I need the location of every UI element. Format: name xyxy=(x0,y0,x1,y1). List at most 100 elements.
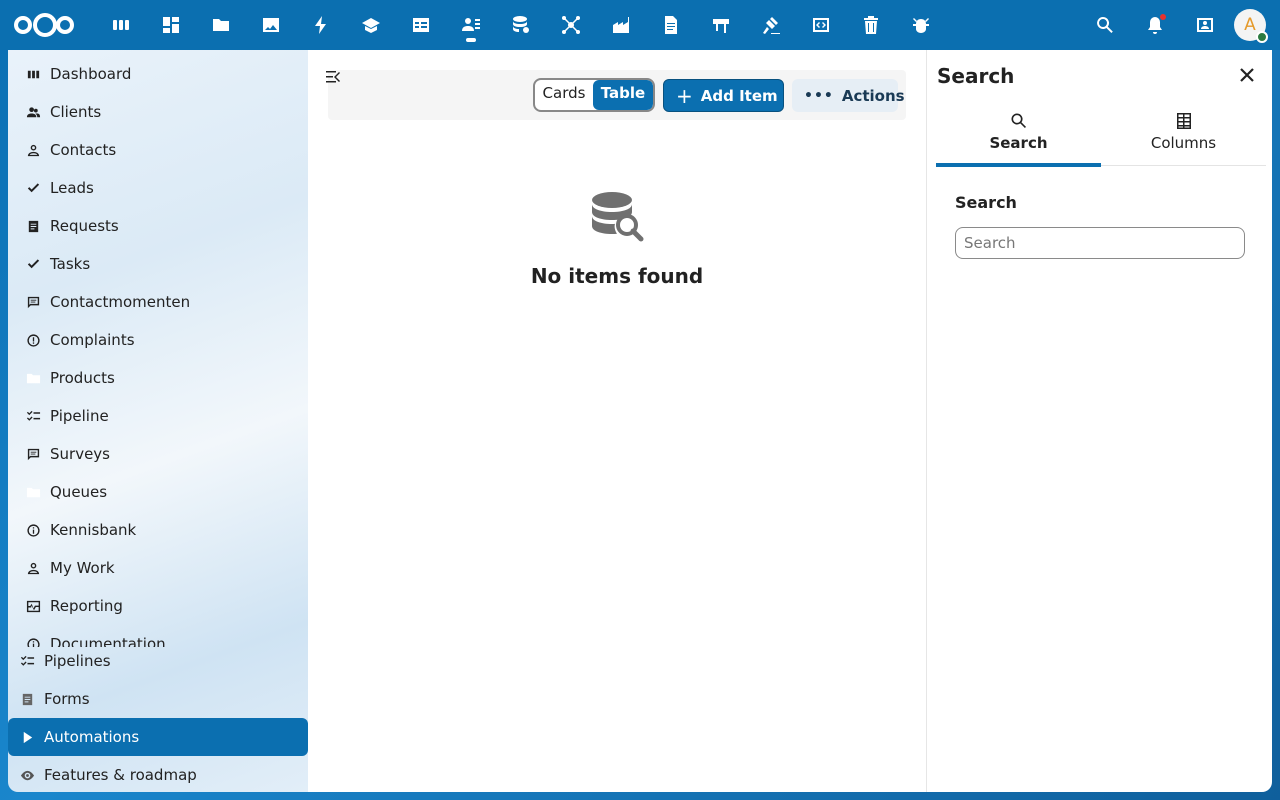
user-avatar[interactable]: A xyxy=(1234,9,1268,43)
photos-icon[interactable] xyxy=(246,0,296,50)
tab-columns[interactable]: Columns xyxy=(1101,110,1266,166)
database-settings-icon[interactable] xyxy=(496,0,546,50)
search-icon xyxy=(1011,113,1026,128)
sidebar-item-label: Leads xyxy=(50,179,94,197)
sidebar-item-complaints[interactable]: Complaints xyxy=(8,321,308,359)
document-icon xyxy=(24,217,42,235)
add-item-button[interactable]: + Add Item xyxy=(663,79,784,112)
sidebar-item-pipeline[interactable]: Pipeline xyxy=(8,397,308,435)
online-status-icon xyxy=(1256,31,1268,43)
check-icon xyxy=(24,255,42,273)
sidebar-item-label: Features & roadmap xyxy=(44,766,197,784)
notifications-bell-icon[interactable] xyxy=(1130,0,1180,50)
sidebar-item-label: Complaints xyxy=(50,331,135,349)
search-icon[interactable] xyxy=(1080,0,1130,50)
sidebar-item-surveys[interactable]: Surveys xyxy=(8,435,308,473)
bug-icon[interactable] xyxy=(896,0,946,50)
dashboard-icon[interactable] xyxy=(96,0,146,50)
info-icon xyxy=(24,521,42,539)
tab-label: Columns xyxy=(1150,134,1217,152)
document-icon[interactable] xyxy=(646,0,696,50)
panel-title: Search xyxy=(937,64,1015,88)
code-icon[interactable] xyxy=(796,0,846,50)
view-table-option[interactable]: Table xyxy=(593,80,653,110)
app-navigation: Dashboard Clients Contacts Leads Request… xyxy=(8,50,308,792)
network-icon[interactable] xyxy=(546,0,596,50)
close-button[interactable] xyxy=(1234,62,1260,88)
contacts-list-icon[interactable] xyxy=(446,0,496,50)
contacts-menu-icon[interactable] xyxy=(1180,0,1230,50)
close-icon xyxy=(1240,68,1254,82)
toggle-navigation-button[interactable] xyxy=(320,64,346,90)
panel-tabs: Search Columns xyxy=(936,110,1266,167)
plus-icon: + xyxy=(676,83,693,108)
list-toolbar: Cards Table + Add Item ••• Actions xyxy=(328,70,906,120)
flag-icon[interactable] xyxy=(696,0,746,50)
sidebar-item-label: Dashboard xyxy=(50,65,132,83)
sidebar-item-tasks[interactable]: Tasks xyxy=(8,245,308,283)
user-icon xyxy=(24,559,42,577)
sidebar-item-clients[interactable]: Clients xyxy=(8,93,308,131)
sidebar-item-label: Kennisbank xyxy=(50,521,137,539)
play-icon xyxy=(18,728,36,746)
sidebar-footer-nav: Pipelines Forms Automations Features & r… xyxy=(8,642,308,792)
sidebar-item-queues[interactable]: Queues xyxy=(8,473,308,511)
actions-button[interactable]: ••• Actions xyxy=(792,79,905,112)
sidebar-item-label: Automations xyxy=(44,728,140,746)
sidebar-item-contacts[interactable]: Contacts xyxy=(8,131,308,169)
sidebar-item-automations[interactable]: Automations xyxy=(8,718,308,756)
sidebar-item-leads[interactable]: Leads xyxy=(8,169,308,207)
search-sidebar: Search Search Columns Search xyxy=(926,50,1272,792)
menu-collapse-icon xyxy=(326,71,340,83)
sidebar-item-label: Clients xyxy=(50,103,102,121)
tab-search[interactable]: Search xyxy=(936,110,1101,167)
sidebar-item-reporting[interactable]: Reporting xyxy=(8,587,308,625)
columns-icon xyxy=(1176,113,1191,129)
sidebar-item-label: Pipeline xyxy=(50,407,109,425)
sidebar-item-label: Requests xyxy=(50,217,119,235)
user-icon xyxy=(24,141,42,159)
factory-icon[interactable] xyxy=(596,0,646,50)
header-right: A xyxy=(1080,0,1268,50)
calendar-table-icon[interactable] xyxy=(396,0,446,50)
sidebar-item-label: Tasks xyxy=(50,255,91,273)
message-icon xyxy=(24,293,42,311)
empty-state-title: No items found xyxy=(530,264,704,288)
trash-icon[interactable] xyxy=(846,0,896,50)
chart-bar-icon xyxy=(24,65,42,83)
notification-dot xyxy=(1160,14,1166,20)
eye-icon xyxy=(18,766,36,784)
files-icon[interactable] xyxy=(196,0,246,50)
learning-icon[interactable] xyxy=(346,0,396,50)
sidebar-item-features-roadmap[interactable]: Features & roadmap xyxy=(8,756,308,792)
pulse-icon xyxy=(24,597,42,615)
sidebar-item-pipelines[interactable]: Pipelines xyxy=(8,642,308,680)
sidebar-item-contactmomenten[interactable]: Contactmomenten xyxy=(8,283,308,321)
grid-icon[interactable] xyxy=(146,0,196,50)
view-cards-option[interactable]: Cards xyxy=(535,80,593,110)
sidebar-item-label: Contactmomenten xyxy=(50,293,191,311)
sidebar-item-requests[interactable]: Requests xyxy=(8,207,308,245)
message-icon xyxy=(24,445,42,463)
sidebar-item-products[interactable]: Products xyxy=(8,359,308,397)
view-mode-toggle: Cards Table xyxy=(533,78,655,112)
check-icon xyxy=(24,179,42,197)
search-input[interactable] xyxy=(955,227,1245,259)
sidebar-item-my-work[interactable]: My Work xyxy=(8,549,308,587)
sidebar-item-label: Forms xyxy=(44,690,90,708)
checklist-icon xyxy=(24,407,42,425)
sidebar-item-label: Contacts xyxy=(50,141,117,159)
avatar-initial: A xyxy=(1244,15,1256,35)
sidebar-item-dashboard[interactable]: Dashboard xyxy=(8,55,308,93)
nav-list: Dashboard Clients Contacts Leads Request… xyxy=(8,55,308,647)
users-icon xyxy=(24,103,42,121)
gavel-icon[interactable] xyxy=(746,0,796,50)
top-bar: A xyxy=(0,0,1280,50)
activity-icon[interactable] xyxy=(296,0,346,50)
main-content: Cards Table + Add Item ••• Actions No item… xyxy=(308,50,926,792)
folder-icon xyxy=(24,369,42,387)
nextcloud-logo[interactable] xyxy=(14,12,76,38)
sidebar-item-kennisbank[interactable]: Kennisbank xyxy=(8,511,308,549)
sidebar-item-forms[interactable]: Forms xyxy=(8,680,308,718)
add-item-label: Add Item xyxy=(700,86,778,105)
